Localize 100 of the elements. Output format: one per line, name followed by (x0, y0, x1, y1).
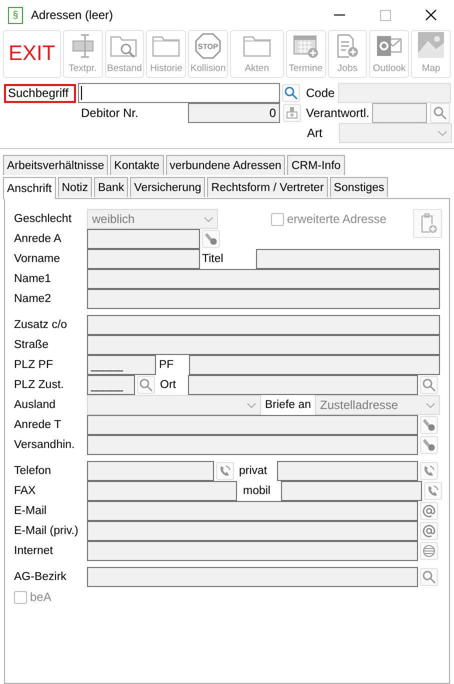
field-label: Geschlecht (14, 213, 73, 225)
crossbar-icon (70, 33, 96, 59)
input-field[interactable] (189, 355, 440, 375)
search-button[interactable] (420, 568, 438, 586)
mail-icon (375, 33, 404, 59)
checkbox-box[interactable] (271, 212, 284, 226)
input-field[interactable] (87, 269, 440, 289)
field-label: FAX (14, 485, 37, 497)
key-button[interactable] (420, 436, 438, 454)
field-label: Name2 (14, 293, 52, 305)
at-button[interactable] (420, 502, 438, 520)
key-button[interactable] (202, 230, 220, 248)
search-button[interactable] (282, 84, 300, 102)
globe-button[interactable] (420, 542, 438, 560)
search-icon (139, 378, 153, 392)
checkbox[interactable]: erweiterte Adresse (271, 212, 386, 226)
at-icon (422, 504, 436, 518)
tab[interactable]: Anschrift (3, 177, 56, 199)
field-label: Art (307, 126, 324, 140)
field-label: Zusatz c/o (14, 319, 68, 331)
input-field[interactable] (87, 229, 200, 249)
field-label: PLZ Zust. (14, 379, 65, 391)
tab[interactable]: Rechtsform / Vertreter (207, 177, 328, 197)
checkbox[interactable]: beA (14, 590, 52, 604)
tab[interactable]: Bank (94, 177, 128, 197)
app-icon: § (8, 6, 23, 24)
field-label: Name1 (14, 273, 52, 285)
field-label: PLZ PF (14, 359, 54, 371)
phone-icon (218, 464, 232, 478)
globe-icon (422, 544, 436, 558)
search-button[interactable] (430, 103, 450, 123)
input-field[interactable] (372, 103, 427, 123)
search-icon (433, 106, 447, 120)
field-label: Anrede T (14, 419, 62, 431)
phone-button[interactable] (424, 482, 442, 500)
phone-button[interactable] (420, 462, 438, 480)
phone-icon (422, 464, 436, 478)
field-label: Telefon (14, 465, 52, 477)
field-label: E-Mail (14, 505, 48, 517)
input-field[interactable] (87, 481, 237, 501)
field-label: Vorname (14, 253, 62, 265)
field-label: Straße (14, 339, 50, 351)
search-label: Suchbegriff (4, 84, 76, 102)
tab[interactable]: CRM-Info (287, 155, 345, 175)
dropdown[interactable]: weiblich (87, 209, 218, 229)
field-label: PF (158, 358, 175, 373)
at-icon (422, 524, 436, 538)
input-field[interactable] (87, 289, 440, 309)
minimize-icon[interactable] (334, 14, 344, 16)
phone-button[interactable] (216, 462, 234, 480)
tab[interactable]: Notiz (58, 177, 92, 197)
key-icon (204, 232, 218, 246)
key-icon (422, 418, 436, 432)
input-field[interactable] (87, 501, 418, 521)
close-icon[interactable] (425, 9, 437, 21)
search-icon (284, 86, 298, 100)
input-field[interactable] (87, 435, 418, 455)
phone-icon (426, 484, 440, 498)
search-icon (422, 378, 436, 392)
field-label: Anrede A (14, 233, 62, 245)
search-field[interactable] (78, 83, 280, 103)
field-label: Debitor Nr. (81, 106, 140, 120)
exit-button[interactable]: EXIT (3, 30, 61, 78)
input-field[interactable] (87, 521, 418, 541)
input-field[interactable] (87, 541, 418, 561)
map-icon (417, 31, 446, 59)
input-field[interactable] (87, 461, 214, 481)
input-field[interactable] (87, 567, 418, 587)
stamp-icon (285, 106, 299, 120)
field-label: Verantwortl. (306, 106, 370, 120)
search-button[interactable] (137, 376, 155, 394)
field-label: Briefe an (264, 398, 312, 413)
field-label: AG-Bezirk (14, 571, 68, 583)
input-field[interactable]: 0 (188, 103, 280, 123)
tab[interactable]: Sonstiges (330, 177, 388, 197)
tab[interactable]: Kontakte (110, 155, 164, 175)
checkbox-box[interactable] (14, 590, 27, 604)
dropdown[interactable]: Zustelladresse (315, 395, 440, 415)
input-field[interactable] (87, 335, 440, 355)
input-field[interactable] (277, 461, 418, 481)
input-field[interactable] (87, 249, 200, 269)
search-button[interactable] (420, 376, 438, 394)
tab[interactable]: verbundene Adressen (166, 155, 286, 175)
input-field[interactable]: _____ (87, 375, 135, 395)
search-icon (422, 570, 436, 584)
stamp-button[interactable] (283, 104, 301, 122)
field-label: Ausland (14, 399, 57, 411)
key-button[interactable] (420, 416, 438, 434)
input-field[interactable] (87, 315, 440, 335)
input-field[interactable] (256, 249, 440, 269)
tab[interactable]: Arbeitsverhältnisse (3, 155, 108, 175)
field-label: Ort (159, 378, 177, 393)
tab[interactable]: Versicherung (130, 177, 206, 197)
at-button[interactable] (420, 522, 438, 540)
input-field[interactable] (188, 375, 418, 395)
input-field[interactable] (281, 481, 422, 501)
input-field[interactable]: _____ (87, 355, 156, 375)
input-field[interactable] (87, 415, 418, 435)
field-label: Versandhin. (14, 439, 76, 451)
field-label: Titel (201, 252, 224, 267)
